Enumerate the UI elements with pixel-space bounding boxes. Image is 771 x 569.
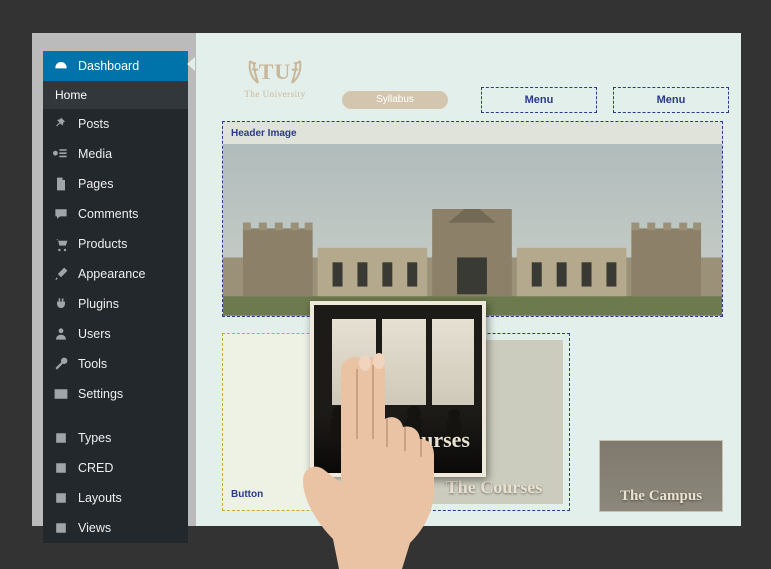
sidebar-item-label: Layouts <box>78 491 122 505</box>
sidebar-item-label: Comments <box>78 207 138 221</box>
hero-image <box>223 144 722 316</box>
sidebar-item-pages[interactable]: Pages <box>43 169 188 199</box>
sidebar-item-appearance[interactable]: Appearance <box>43 259 188 289</box>
sidebar-item-products[interactable]: Products <box>43 229 188 259</box>
campus-tile[interactable]: The Campus <box>599 440 723 512</box>
sidebar-item-label: Products <box>78 237 127 251</box>
tile-caption: The Courses <box>425 477 563 504</box>
sidebar-item-cred[interactable]: CRED <box>43 453 188 483</box>
logo-text: TU <box>240 59 310 85</box>
sidebar-item-settings[interactable]: Settings <box>43 379 188 409</box>
laurel-icon: TU <box>240 53 310 87</box>
sidebar-item-views[interactable]: Views <box>43 513 188 543</box>
sidebar-item-label: Posts <box>78 117 109 131</box>
menu-slot-2[interactable]: Menu <box>613 87 729 113</box>
comment-icon <box>53 206 69 222</box>
app-frame: Dashboard Home Posts Media Pages Comment… <box>32 33 741 526</box>
media-icon <box>53 146 69 162</box>
dashboard-icon <box>53 58 69 74</box>
sidebar-gap <box>43 409 188 423</box>
tile-caption: urses <box>421 427 470 459</box>
logo-subtext: The University <box>240 89 310 99</box>
sidebar-item-label: Home <box>55 88 87 102</box>
header-image-region[interactable]: Header Image <box>222 121 723 317</box>
calendar-icon <box>53 490 69 506</box>
menu-slot-1[interactable]: Menu <box>481 87 597 113</box>
sidebar-item-media[interactable]: Media <box>43 139 188 169</box>
region-label: Button <box>231 489 263 500</box>
sidebar-item-types[interactable]: Types <box>43 423 188 453</box>
page-icon <box>53 176 69 192</box>
dragged-tile[interactable]: urses <box>310 301 486 477</box>
syllabus-pill[interactable]: Syllabus <box>342 91 448 109</box>
sidebar-item-label: Appearance <box>78 267 145 281</box>
admin-sidebar: Dashboard Home Posts Media Pages Comment… <box>43 51 188 543</box>
tile-caption: The Campus <box>600 488 722 511</box>
sidebar-item-label: Users <box>78 327 111 341</box>
sidebar-item-home[interactable]: Home <box>43 81 188 109</box>
sidebar-item-label: Pages <box>78 177 113 191</box>
wrench-icon <box>53 356 69 372</box>
sidebar-item-label: Views <box>78 521 111 535</box>
sidebar-item-tools[interactable]: Tools <box>43 349 188 379</box>
sidebar-item-dashboard[interactable]: Dashboard <box>43 51 188 81</box>
sidebar-item-label: Types <box>78 431 111 445</box>
calendar-icon <box>53 430 69 446</box>
site-logo: TU The University <box>240 53 310 99</box>
sidebar-item-label: Dashboard <box>78 59 139 73</box>
sidebar-item-users[interactable]: Users <box>43 319 188 349</box>
sliders-icon <box>53 386 69 402</box>
brush-icon <box>53 266 69 282</box>
sidebar-item-layouts[interactable]: Layouts <box>43 483 188 513</box>
active-pointer <box>187 57 195 71</box>
page-header: TU The University Syllabus Menu Menu <box>214 51 727 116</box>
sidebar-item-label: Plugins <box>78 297 119 311</box>
pin-icon <box>53 116 69 132</box>
calendar-icon <box>53 460 69 476</box>
sidebar-item-label: Tools <box>78 357 107 371</box>
sidebar-item-posts[interactable]: Posts <box>43 109 188 139</box>
cart-icon <box>53 236 69 252</box>
calendar-icon <box>53 520 69 536</box>
sidebar-item-label: Settings <box>78 387 123 401</box>
region-label: Header Image <box>231 128 297 139</box>
sidebar-item-plugins[interactable]: Plugins <box>43 289 188 319</box>
sidebar-item-label: Media <box>78 147 112 161</box>
sidebar-item-label: CRED <box>78 461 113 475</box>
sidebar-item-comments[interactable]: Comments <box>43 199 188 229</box>
user-icon <box>53 326 69 342</box>
plug-icon <box>53 296 69 312</box>
